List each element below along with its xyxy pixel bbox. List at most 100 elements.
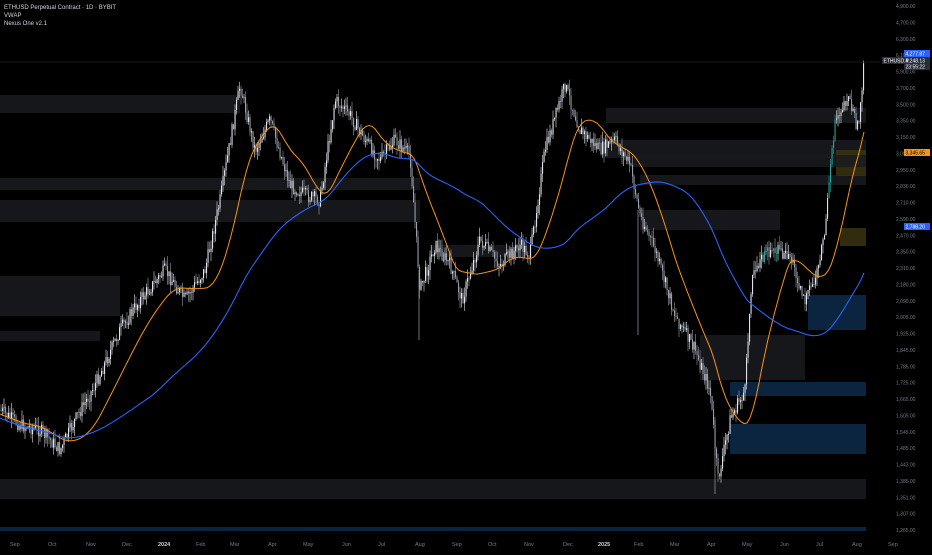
candle-body bbox=[410, 153, 412, 168]
candle-body bbox=[470, 273, 472, 279]
candle-body bbox=[146, 287, 148, 296]
candle-body bbox=[188, 291, 190, 294]
candle-body bbox=[539, 194, 541, 205]
candle-body bbox=[813, 284, 815, 285]
candle-body bbox=[84, 401, 86, 406]
candle-body bbox=[713, 409, 715, 425]
candle-body bbox=[774, 248, 776, 254]
candle-body bbox=[753, 270, 755, 275]
candle-body bbox=[498, 265, 500, 267]
candle-body bbox=[642, 217, 644, 229]
price-tag-countdown: 23:55:22 bbox=[906, 65, 926, 71]
price-axis-tick: 1,545.00 bbox=[896, 430, 916, 436]
candle-body bbox=[99, 376, 101, 385]
candle-body bbox=[158, 275, 160, 280]
candle-body bbox=[30, 426, 32, 435]
candle-body bbox=[83, 402, 85, 406]
candle-body bbox=[473, 260, 475, 271]
candle-body bbox=[701, 363, 703, 370]
time-axis-tick: Aug bbox=[852, 542, 862, 548]
candle-body bbox=[56, 447, 58, 452]
candle-body bbox=[833, 140, 835, 149]
candle-body bbox=[141, 292, 143, 298]
candle-body bbox=[185, 292, 187, 295]
candle-body bbox=[203, 269, 205, 279]
candle-body bbox=[75, 412, 77, 420]
candle-body bbox=[291, 180, 293, 189]
indicator-vwap-label[interactable]: VWAP bbox=[4, 12, 116, 20]
candle-body bbox=[590, 138, 592, 143]
trading-chart[interactable]: 4,900.004,700.006,300.006,100.005,900.00… bbox=[0, 0, 932, 550]
candle-body bbox=[122, 319, 124, 324]
chart-canvas[interactable]: 4,900.004,700.006,300.006,100.005,900.00… bbox=[0, 0, 932, 550]
candle-body bbox=[435, 240, 437, 253]
candle-body bbox=[615, 136, 617, 138]
candle-body bbox=[810, 285, 812, 287]
candle-body bbox=[536, 212, 538, 227]
candle-body bbox=[167, 265, 169, 277]
candle-body bbox=[509, 251, 511, 258]
candle-body bbox=[152, 281, 154, 293]
candle-body bbox=[0, 410, 2, 411]
candle-body bbox=[414, 202, 416, 222]
candle-body bbox=[506, 252, 508, 255]
candle-body bbox=[620, 148, 622, 151]
candle-body bbox=[738, 398, 740, 402]
candle-body bbox=[749, 313, 751, 342]
candle-body bbox=[606, 139, 608, 148]
price-axis-tick: 1,725.00 bbox=[896, 381, 916, 387]
candle-body bbox=[302, 187, 304, 192]
candle-body bbox=[290, 180, 292, 189]
price-zone bbox=[0, 527, 866, 531]
candle-body bbox=[609, 141, 611, 143]
candle-body bbox=[719, 473, 721, 477]
symbol-title[interactable]: ETHUSD Perpetual Contract · 1D · BYBIT bbox=[4, 4, 116, 12]
candle-body bbox=[740, 400, 742, 402]
candle-body bbox=[51, 440, 53, 448]
candle-body bbox=[107, 357, 109, 364]
candle-body bbox=[656, 251, 658, 253]
candle-body bbox=[53, 438, 55, 448]
candle-body bbox=[540, 173, 542, 195]
candle-body bbox=[155, 281, 157, 283]
price-axis-tick: 3,150.00 bbox=[896, 135, 916, 141]
candle-body bbox=[665, 277, 667, 283]
candle-body bbox=[855, 113, 857, 130]
candle-body bbox=[342, 106, 344, 109]
candle-body bbox=[138, 304, 140, 308]
candle-body bbox=[230, 143, 232, 145]
candle-body bbox=[396, 137, 398, 146]
candle-body bbox=[759, 259, 761, 268]
candle-body bbox=[765, 250, 767, 252]
candle-body bbox=[680, 325, 682, 329]
candle-body bbox=[707, 374, 709, 389]
candle-body bbox=[282, 157, 284, 165]
candle-body bbox=[720, 468, 722, 477]
candle-body bbox=[597, 142, 599, 150]
candle-body bbox=[246, 112, 248, 122]
candle-body bbox=[860, 102, 862, 122]
price-zone bbox=[808, 295, 866, 330]
candle-body bbox=[830, 164, 832, 183]
candle-body bbox=[441, 248, 443, 261]
candle-body bbox=[809, 285, 811, 290]
candle-body bbox=[239, 88, 241, 91]
candle-body bbox=[723, 444, 725, 457]
candle-body bbox=[311, 191, 313, 201]
candle-body bbox=[849, 96, 851, 100]
candle-body bbox=[603, 141, 605, 154]
candle-body bbox=[401, 139, 403, 152]
price-zone bbox=[0, 276, 120, 316]
indicator-nexus-label[interactable]: Nexus One v2.1 bbox=[4, 20, 116, 28]
candle-body bbox=[474, 260, 476, 263]
candle-body bbox=[708, 387, 710, 389]
time-axis-tick: Dec bbox=[122, 542, 132, 548]
candle-body bbox=[39, 433, 41, 437]
candle-body bbox=[668, 290, 670, 299]
candle-body bbox=[803, 295, 805, 296]
candle-body bbox=[524, 245, 526, 253]
candle-body bbox=[221, 185, 223, 195]
candle-body bbox=[567, 85, 569, 90]
candle-body bbox=[116, 338, 118, 342]
candle-body bbox=[168, 271, 170, 277]
